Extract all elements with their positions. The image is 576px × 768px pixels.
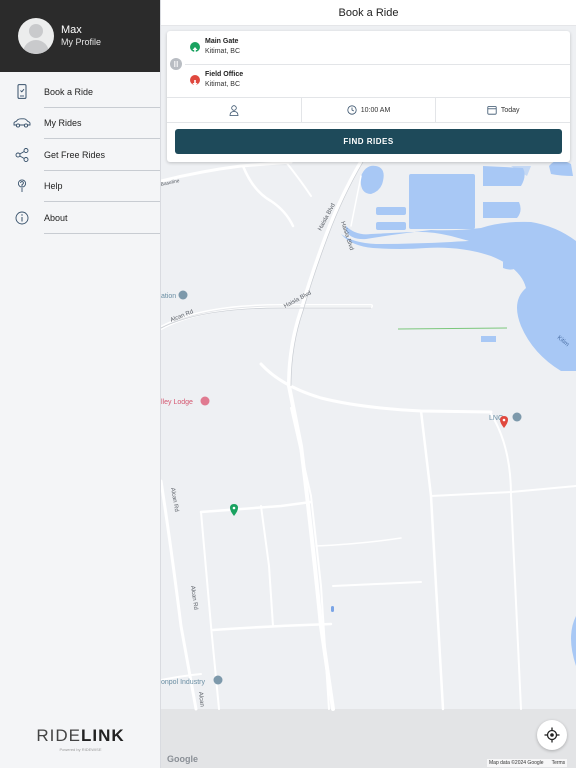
swap-stops-button[interactable]: [170, 58, 182, 70]
origin-city: Kitimat, BC: [205, 48, 241, 55]
menu-label: Help: [44, 181, 63, 192]
swap-icon: [174, 61, 178, 67]
ridelink-logo: RIDELINK Powered by RIDEWISE: [0, 726, 161, 752]
date-button[interactable]: Today: [435, 98, 570, 122]
origin-field[interactable]: Main Gate Kitimat, BC: [185, 32, 570, 64]
destination-name: Field Office: [205, 71, 244, 78]
menu-label: Get Free Rides: [44, 149, 106, 160]
map-data-text: Map data ©2024 Google: [489, 760, 544, 766]
menu-label: My Rides: [44, 118, 82, 129]
brand-powered-by: Powered by RIDEWISE: [59, 747, 102, 752]
crosshair-icon: [544, 727, 560, 743]
info-icon: [0, 211, 44, 225]
origin-name: Main Gate: [205, 38, 239, 45]
phone-icon: [0, 84, 44, 100]
map-attribution: Map data ©2024 Google Terms: [487, 759, 568, 767]
clock-icon: [347, 105, 357, 115]
brand-light: RIDE: [36, 726, 81, 745]
destination-field[interactable]: Field Office Kitimat, BC: [185, 65, 570, 97]
menu-item-help[interactable]: Help: [0, 171, 160, 203]
find-rides-button[interactable]: FIND RIDES: [175, 129, 562, 154]
profile-header[interactable]: Max My Profile: [0, 0, 160, 72]
destination-city: Kitimat, BC: [205, 81, 241, 88]
time-value: 10:00 AM: [360, 106, 391, 114]
share-icon: [0, 147, 44, 162]
my-location-button[interactable]: [537, 720, 567, 750]
help-icon: [0, 179, 44, 194]
ride-options: 10:00 AM Today: [167, 98, 570, 122]
menu-item-get-free-rides[interactable]: Get Free Rides: [0, 139, 160, 171]
menu-item-about[interactable]: About: [0, 202, 160, 234]
sidebar: Max My Profile Book a Ride My Rides Get …: [0, 0, 161, 768]
passengers-button[interactable]: [167, 98, 301, 122]
destination-marker-icon: [190, 75, 200, 86]
car-icon: [0, 118, 44, 128]
brand-bold: LINK: [80, 726, 125, 745]
date-value: Today: [500, 106, 520, 114]
menu-item-my-rides[interactable]: My Rides: [0, 108, 160, 140]
terms-link[interactable]: Terms: [552, 760, 566, 766]
profile-name: Max: [61, 24, 82, 36]
time-button[interactable]: 10:00 AM: [300, 98, 436, 122]
map-label-lodge: lley Lodge: [161, 399, 193, 406]
person-icon: [229, 104, 239, 116]
title-bar: Book a Ride: [161, 0, 576, 26]
calendar-icon: [487, 106, 497, 115]
menu-label: Book a Ride: [44, 86, 94, 97]
menu-item-book-a-ride[interactable]: Book a Ride: [0, 76, 160, 108]
ride-search-card: Main Gate Kitimat, BC Field Office Kitim…: [167, 31, 570, 162]
profile-subtitle: My Profile: [61, 37, 102, 47]
menu-label: About: [44, 212, 68, 223]
main-area: Book a Ride Haisla Blvd Haisla Blvd Hais…: [161, 0, 576, 768]
side-menu: Book a Ride My Rides Get Free Rides Help…: [0, 76, 160, 234]
page-title: Book a Ride: [338, 6, 399, 19]
avatar: [18, 18, 54, 54]
button-divider: [167, 122, 570, 123]
map-label-station: ation: [161, 293, 176, 300]
origin-marker-icon: [190, 42, 200, 53]
google-logo: Google: [167, 754, 198, 764]
map-label-industry: onpol Industry: [161, 679, 205, 686]
